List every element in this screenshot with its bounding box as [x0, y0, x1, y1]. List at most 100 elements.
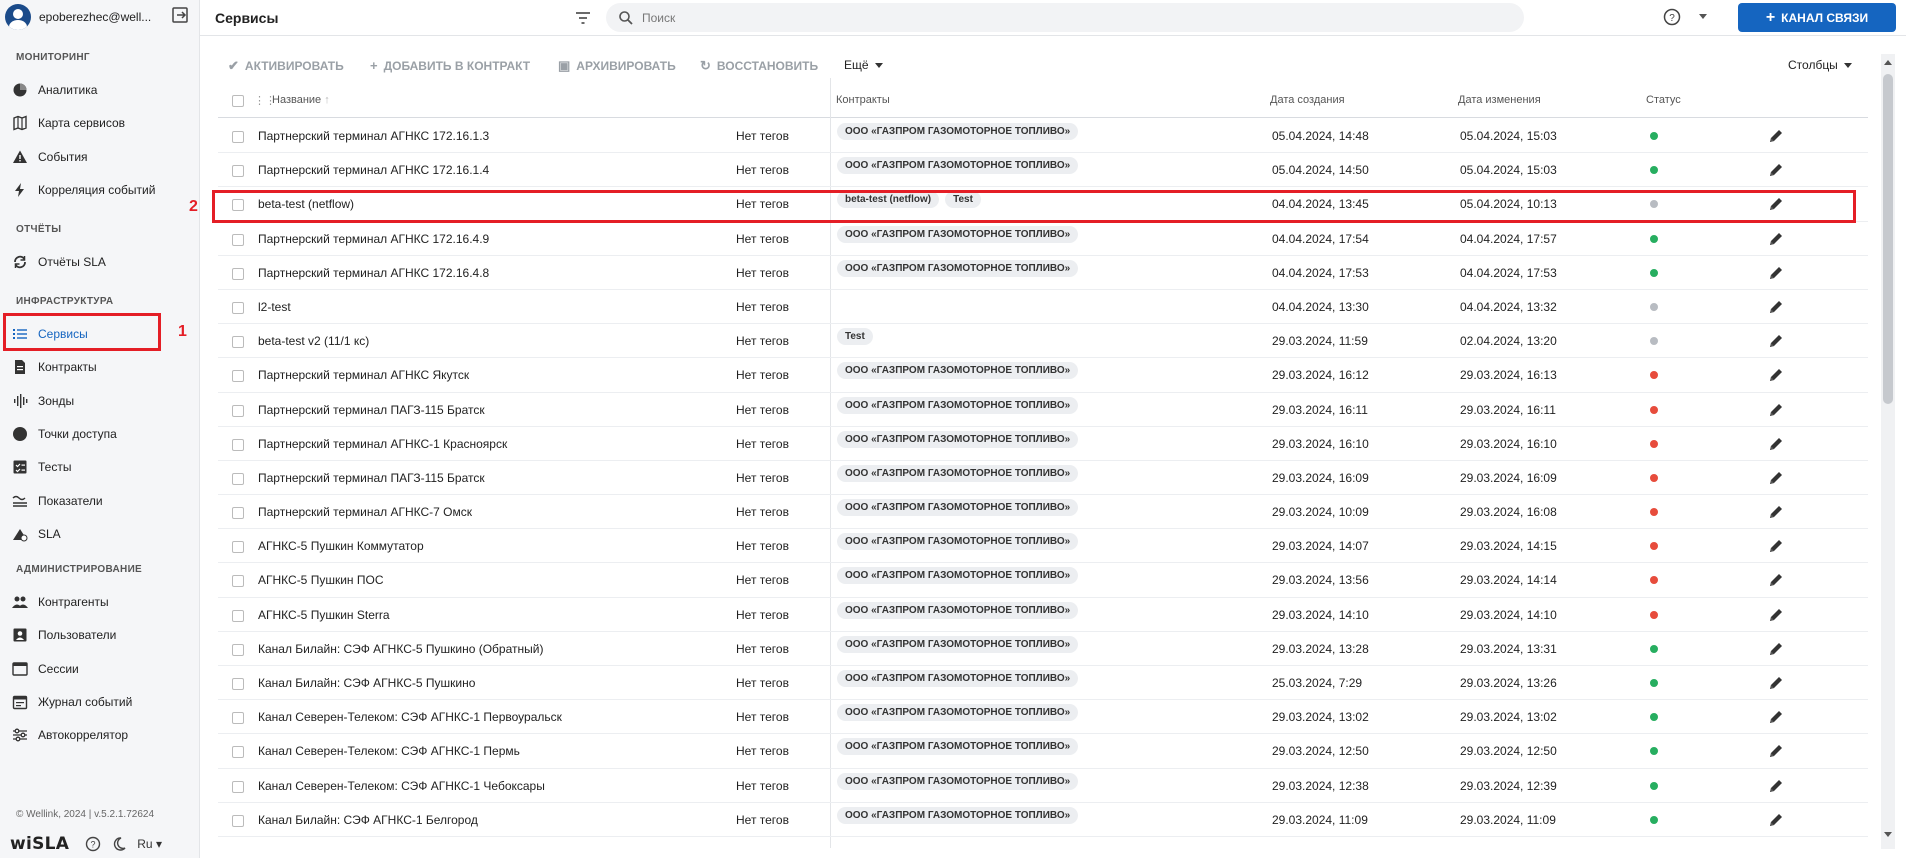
contract-chip[interactable]: ООО «ГАЗПРОМ ГАЗОМОТОРНОЕ ТОПЛИВО»	[837, 259, 1079, 277]
table-row[interactable]: Партнерский терминал АГНКС 172.16.1.4 Нет…	[218, 153, 1868, 188]
contract-chip[interactable]: ООО «ГАЗПРОМ ГАЗОМОТОРНОЕ ТОПЛИВО»	[837, 806, 1079, 824]
scroll-down-arrow[interactable]	[1884, 832, 1892, 837]
sidebar-item[interactable]: Зонды	[0, 386, 200, 416]
row-checkbox[interactable]	[232, 472, 244, 485]
sidebar-item[interactable]: Тесты	[0, 452, 200, 482]
contract-chip[interactable]: ООО «ГАЗПРОМ ГАЗОМОТОРНОЕ ТОПЛИВО»	[837, 601, 1079, 619]
contract-chip[interactable]: ООО «ГАЗПРОМ ГАЗОМОТОРНОЕ ТОПЛИВО»	[837, 362, 1079, 380]
sidebar-item[interactable]: SLA	[0, 519, 200, 549]
row-checkbox[interactable]	[232, 165, 244, 178]
table-row[interactable]: Канал Билайн: СЭФ АГНКС-5 Пушкино Нет тег…	[218, 666, 1868, 701]
contract-chip[interactable]: ООО «ГАЗПРОМ ГАЗОМОТОРНОЕ ТОПЛИВО»	[837, 670, 1079, 687]
edit-pencil-icon[interactable]	[1768, 299, 1784, 315]
table-row[interactable]: Партнерский терминал АГНКС-1 Красноярск Н…	[218, 427, 1868, 461]
table-row[interactable]: Партнерский терминал АГНКС-7 Омск Нет тег…	[218, 495, 1868, 530]
sidebar-item[interactable]: Журнал событий	[0, 687, 200, 717]
sidebar-item[interactable]: Корреляция событий	[0, 175, 200, 205]
sidebar-item[interactable]: Контракты	[0, 352, 200, 382]
edit-pencil-icon[interactable]	[1768, 812, 1784, 828]
row-checkbox[interactable]	[232, 575, 244, 588]
sidebar-item[interactable]: Отчёты SLA	[0, 247, 200, 277]
edit-pencil-icon[interactable]	[1768, 607, 1784, 623]
sidebar-item[interactable]: Точки доступа	[0, 419, 200, 449]
contract-chip[interactable]: ООО «ГАЗПРОМ ГАЗОМОТОРНОЕ ТОПЛИВО»	[837, 738, 1079, 756]
row-checkbox[interactable]	[232, 267, 244, 280]
activate-button[interactable]: ✔ АКТИВИРОВАТЬ	[228, 58, 344, 74]
row-checkbox[interactable]	[232, 780, 244, 793]
row-checkbox[interactable]	[232, 301, 244, 314]
row-checkbox[interactable]	[232, 370, 244, 383]
table-row[interactable]: АГНКС-5 Пушкин ПОС Нет тегов ООО «ГАЗПРОМ …	[218, 563, 1868, 598]
row-checkbox[interactable]	[232, 712, 244, 725]
table-row[interactable]: Партнерский терминал АГНКС Якутск Нет тег…	[218, 358, 1868, 393]
scroll-up-arrow[interactable]	[1884, 60, 1892, 65]
row-checkbox[interactable]	[232, 643, 244, 656]
contract-chip[interactable]: ООО «ГАЗПРОМ ГАЗОМОТОРНОЕ ТОПЛИВО»	[837, 430, 1079, 448]
row-checkbox[interactable]	[232, 746, 244, 759]
more-menu[interactable]: Ещё	[844, 58, 883, 72]
scrollbar[interactable]	[1881, 54, 1895, 849]
contract-chip[interactable]: ООО «ГАЗПРОМ ГАЗОМОТОРНОЕ ТОПЛИВО»	[837, 704, 1079, 722]
sidebar-item[interactable]: Автокоррелятор	[0, 720, 200, 750]
search-bar[interactable]	[606, 3, 1524, 32]
contract-chip[interactable]: ООО «ГАЗПРОМ ГАЗОМОТОРНОЕ ТОПЛИВО»	[837, 225, 1079, 243]
row-checkbox[interactable]	[232, 609, 244, 622]
column-header-status[interactable]: Статус	[1646, 94, 1681, 106]
contract-chip[interactable]: ООО «ГАЗПРОМ ГАЗОМОТОРНОЕ ТОПЛИВО»	[837, 772, 1079, 790]
add-to-contract-button[interactable]: + ДОБАВИТЬ В КОНТРАКТ	[370, 58, 530, 73]
row-checkbox[interactable]	[232, 541, 244, 554]
sidebar-item[interactable]: Контрагенты	[0, 587, 200, 617]
restore-button[interactable]: ↻ ВОССТАНОВИТЬ	[700, 58, 818, 74]
table-row[interactable]: Партнерский терминал ПАГЗ-115 Братск Нет …	[218, 393, 1868, 427]
edit-pencil-icon[interactable]	[1768, 709, 1784, 725]
contract-chip[interactable]: ООО «ГАЗПРОМ ГАЗОМОТОРНОЕ ТОПЛИВО»	[837, 396, 1079, 414]
edit-pencil-icon[interactable]	[1768, 675, 1784, 691]
contract-chip[interactable]: ООО «ГАЗПРОМ ГАЗОМОТОРНОЕ ТОПЛИВО»	[837, 123, 1079, 140]
sidebar-item[interactable]: События	[0, 142, 200, 172]
row-checkbox[interactable]	[232, 233, 244, 246]
table-row[interactable]: beta-test v2 (11/1 кс) Нет тегов Test 29.03…	[218, 324, 1868, 359]
filter-icon[interactable]	[574, 9, 592, 27]
edit-pencil-icon[interactable]	[1768, 778, 1784, 794]
column-header-contracts[interactable]: Контракты	[836, 94, 890, 106]
edit-pencil-icon[interactable]	[1768, 538, 1784, 554]
columns-menu[interactable]: Столбцы	[1788, 58, 1852, 72]
row-checkbox[interactable]	[232, 336, 244, 349]
sidebar-item[interactable]: Пользователи	[0, 620, 200, 650]
table-row[interactable]: Партнерский терминал АГНКС 172.16.4.9 Нет…	[218, 222, 1868, 256]
column-header-created[interactable]: Дата создания	[1270, 94, 1345, 106]
table-row[interactable]: Канал Билайн: СЭФ АГНКС-5 Пушкино (Обрат…	[218, 632, 1868, 666]
edit-pencil-icon[interactable]	[1768, 402, 1784, 418]
contract-chip[interactable]: ООО «ГАЗПРОМ ГАЗОМОТОРНОЕ ТОПЛИВО»	[837, 635, 1079, 653]
contract-chip[interactable]: ООО «ГАЗПРОМ ГАЗОМОТОРНОЕ ТОПЛИВО»	[837, 464, 1079, 482]
edit-pencil-icon[interactable]	[1768, 572, 1784, 588]
table-row[interactable]: Канал Северен-Телеком: СЭФ АГНКС-1 Чебок…	[218, 769, 1868, 803]
table-row[interactable]: Канал Билайн: СЭФ АГНКС-1 Белгород Нет те…	[218, 803, 1868, 837]
edit-pencil-icon[interactable]	[1768, 231, 1784, 247]
table-row[interactable]: Канал Северен-Телеком: СЭФ АГНКС-1 Пермь…	[218, 734, 1868, 769]
edit-pencil-icon[interactable]	[1768, 743, 1784, 759]
language-select[interactable]: Ru ▾	[137, 837, 162, 851]
contract-chip[interactable]: Test	[837, 328, 873, 346]
row-checkbox[interactable]	[232, 507, 244, 520]
chevron-down-icon[interactable]	[1699, 14, 1707, 19]
edit-pencil-icon[interactable]	[1768, 162, 1784, 178]
column-header-modified[interactable]: Дата изменения	[1458, 94, 1541, 106]
sidebar-item[interactable]: Показатели	[0, 486, 200, 516]
edit-pencil-icon[interactable]	[1768, 367, 1784, 383]
search-input[interactable]	[642, 10, 1442, 25]
sidebar-item[interactable]: Аналитика	[0, 75, 200, 105]
edit-pencil-icon[interactable]	[1768, 641, 1784, 657]
table-row[interactable]: АГНКС-5 Пушкин Коммутатор Нет тегов ООО «Г…	[218, 529, 1868, 564]
table-row[interactable]: Партнерский терминал АГНКС 172.16.1.3 Нет…	[218, 119, 1868, 154]
logout-icon[interactable]	[171, 6, 189, 24]
edit-pencil-icon[interactable]	[1768, 436, 1784, 452]
row-checkbox[interactable]	[232, 678, 244, 690]
contract-chip[interactable]: ООО «ГАЗПРОМ ГАЗОМОТОРНОЕ ТОПЛИВО»	[837, 499, 1079, 517]
column-header-name[interactable]: Название ↑	[272, 94, 330, 106]
sidebar-item[interactable]: Карта сервисов	[0, 108, 200, 138]
table-row[interactable]: l2-test Нет тегов 04.04.2024, 13:30 04.04.2…	[218, 290, 1868, 325]
edit-pencil-icon[interactable]	[1768, 470, 1784, 486]
help-circle-icon[interactable]: ?	[1663, 8, 1681, 26]
table-row[interactable]: Партнерский терминал ПАГЗ-115 Братск Нет …	[218, 461, 1868, 496]
